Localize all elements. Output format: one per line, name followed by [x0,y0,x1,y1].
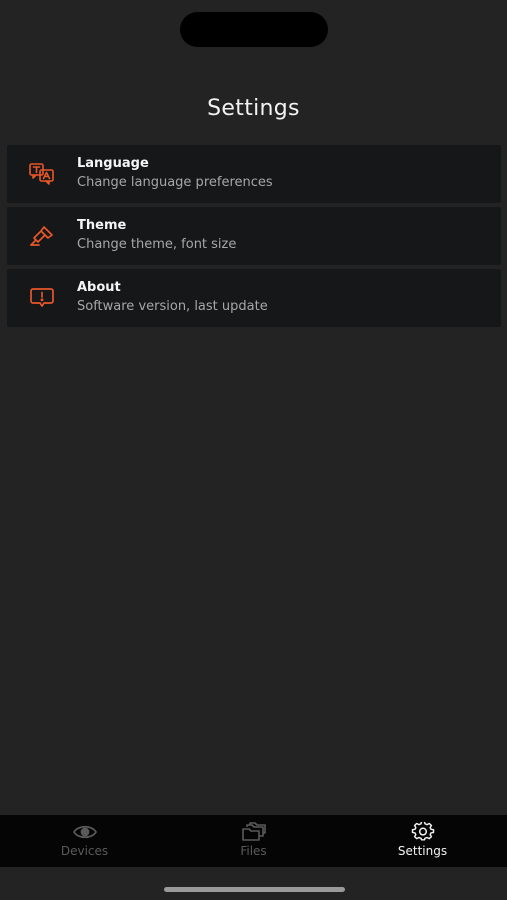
settings-item-theme[interactable]: Theme Change theme, font size [7,207,501,265]
tab-label: Files [240,844,267,858]
settings-list: Language Change language preferences The… [7,145,501,331]
settings-item-subtitle: Change language preferences [77,175,273,190]
dynamic-island [180,12,328,47]
settings-item-subtitle: Change theme, font size [77,237,237,252]
tab-settings[interactable]: Settings [338,815,507,867]
settings-item-title: About [77,280,121,295]
translate-icon [7,145,77,203]
settings-item-title: Language [77,156,149,171]
tab-label: Settings [397,844,448,858]
settings-item-about[interactable]: About Software version, last update [7,269,501,327]
tab-label: Devices [60,844,109,858]
eye-icon [72,822,98,842]
folders-icon [241,822,267,842]
page-title: Settings [207,96,300,121]
settings-item-language[interactable]: Language Change language preferences [7,145,501,203]
gear-icon [410,822,436,842]
bottom-safe-area [0,867,507,900]
settings-screen: Settings Language Change language prefer… [0,0,507,900]
settings-item-title: Theme [77,218,127,233]
tab-files[interactable]: Files [169,815,338,867]
paintbrush-icon [7,207,77,265]
settings-item-subtitle: Software version, last update [77,299,268,314]
tab-devices[interactable]: Devices [0,815,169,867]
info-alert-icon [7,269,77,327]
tab-bar: Devices Files Settings [0,815,507,867]
home-indicator[interactable] [164,887,345,892]
